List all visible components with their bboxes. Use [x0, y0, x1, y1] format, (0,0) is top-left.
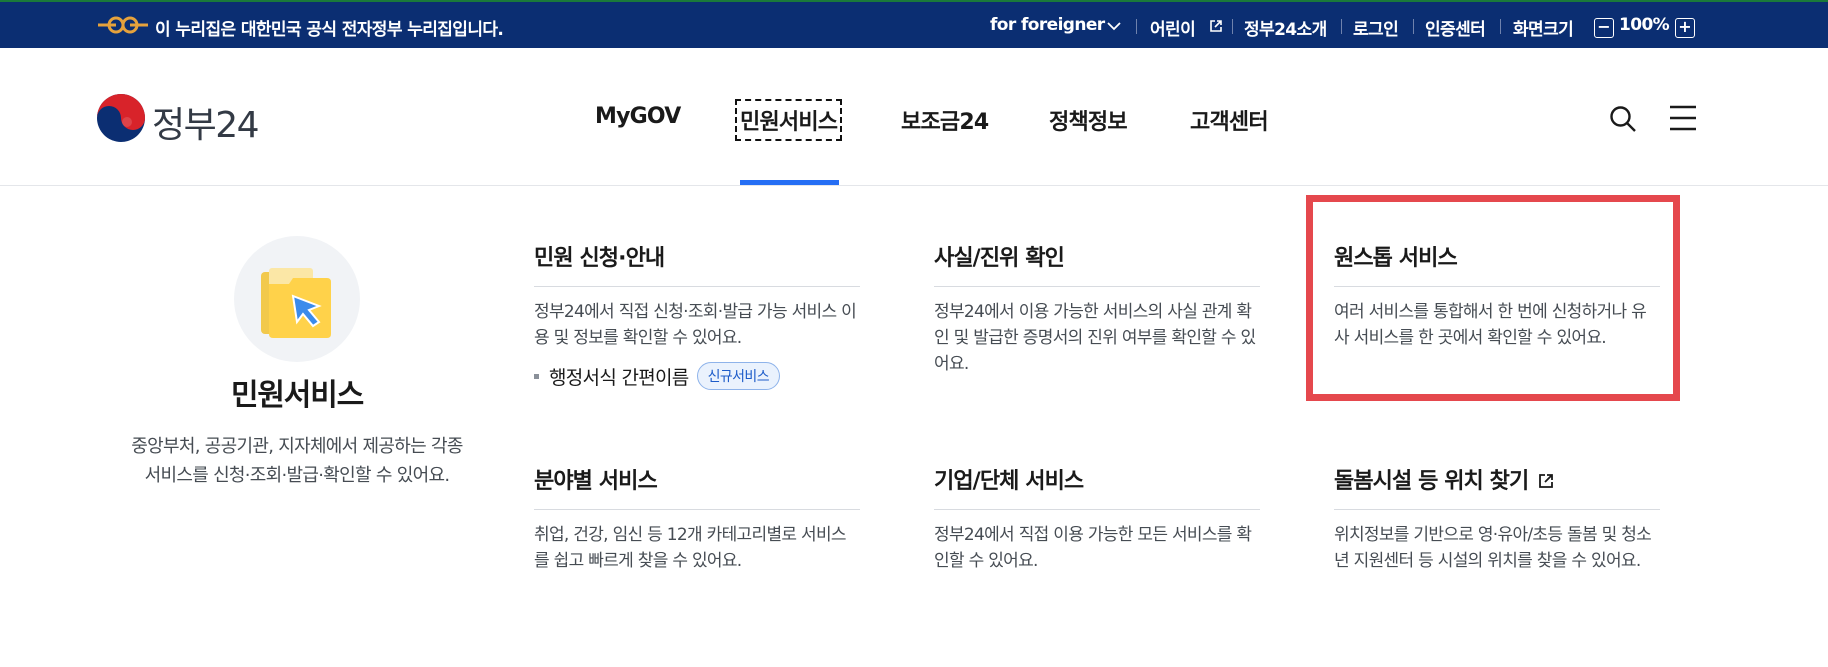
new-service-badge: 신규서비스 [696, 362, 780, 390]
zoom-in-button[interactable]: + [1675, 18, 1695, 38]
nav-mygov[interactable]: MyGOV [595, 104, 681, 129]
menu-card-title[interactable]: 민원 신청·안내 [534, 240, 860, 287]
intro-description: 중앙부처, 공공기관, 지자체에서 제공하는 각종 서비스를 신청·조회·발급·… [131, 436, 463, 486]
util-divider [1500, 19, 1501, 34]
util-divider [1232, 19, 1233, 34]
util-link-cert[interactable]: 인증센터 [1425, 15, 1486, 40]
nav-policy-info[interactable]: 정책정보 [1049, 104, 1128, 136]
util-link-about[interactable]: 정부24소개 [1244, 15, 1327, 40]
nav-civil-services[interactable]: 민원서비스 [734, 99, 843, 141]
menu-card-by-field: 분야별 서비스 취업, 건강, 임신 등 12개 카테고리별로 서비스를 쉽고 … [534, 463, 860, 574]
menu-card-facility-finder: 돌봄시설 등 위치 찾기 위치정보를 기반으로 영·유아/초등 돌봄 및 청소년… [1334, 463, 1660, 574]
zoom-out-button[interactable]: − [1594, 18, 1614, 38]
highlight-box [1306, 195, 1680, 401]
zoom-label: 화면크기 [1513, 20, 1574, 40]
menu-card-title[interactable]: 사실/진위 확인 [934, 240, 1260, 287]
sub-link-label[interactable]: 행정서식 간편이름 [549, 363, 689, 390]
menu-card-business: 기업/단체 서비스 정부24에서 직접 이용 가능한 모든 서비스를 확인할 수… [934, 463, 1260, 574]
intro-title: 민원서비스 [231, 378, 364, 413]
taegeuk-logo-icon[interactable] [96, 93, 146, 143]
menu-card-title[interactable]: 분야별 서비스 [534, 463, 860, 510]
menu-card-description: 정부24에서 직접 신청·조회·발급 가능 서비스 이용 및 정보를 확인할 수… [534, 302, 857, 348]
menu-card-description: 취업, 건강, 임신 등 12개 카테고리별로 서비스를 쉽고 빠르게 찾을 수… [534, 525, 847, 571]
zoom-value: 100% [1619, 15, 1670, 35]
menu-card-title[interactable]: 기업/단체 서비스 [934, 463, 1260, 510]
chevron-down-icon[interactable] [1106, 19, 1122, 33]
external-link-icon [1539, 474, 1554, 488]
util-divider [1341, 19, 1342, 34]
menu-card-description: 위치정보를 기반으로 영·유아/초등 돌봄 및 청소년 지원센터 등 시설의 위… [1334, 525, 1652, 571]
menu-icon[interactable] [1668, 104, 1698, 132]
util-link-login[interactable]: 로그인 [1353, 15, 1399, 40]
menu-card-fact-check: 사실/진위 확인 정부24에서 이용 가능한 서비스의 사실 관계 확인 및 발… [934, 240, 1260, 377]
gov-banner: 이 누리집은 대한민국 공식 전자정부 누리집입니다. for foreigne… [0, 0, 1828, 48]
menu-card-title-link[interactable]: 돌봄시설 등 위치 찾기 [1334, 463, 1660, 510]
menu-card-description: 정부24에서 이용 가능한 서비스의 사실 관계 확인 및 발급한 증명서의 진… [934, 302, 1256, 374]
folder-cursor-icon [261, 268, 331, 338]
util-link-kids[interactable]: 어린이 [1150, 15, 1196, 40]
sub-link-form-naming[interactable]: 행정서식 간편이름 신규서비스 [534, 362, 780, 390]
gov-banner-text: 이 누리집은 대한민국 공식 전자정부 누리집입니다. [155, 20, 504, 40]
util-link-foreigner[interactable]: for foreigner [990, 15, 1105, 35]
search-icon[interactable] [1608, 104, 1638, 134]
gov-emblem-icon [98, 16, 148, 34]
active-nav-indicator [740, 180, 839, 185]
nav-customer-center[interactable]: 고객센터 [1190, 104, 1269, 136]
bullet-marker [534, 373, 539, 379]
menu-card-title[interactable]: 돌봄시설 등 위치 찾기 [1334, 469, 1529, 494]
external-link-icon [1210, 20, 1222, 32]
util-divider [1136, 19, 1137, 34]
nav-subsidy24[interactable]: 보조금24 [901, 104, 989, 136]
site-logo-text[interactable]: 정부24 [152, 96, 260, 148]
util-divider [1413, 19, 1414, 34]
menu-card-description: 정부24에서 직접 이용 가능한 모든 서비스를 확인할 수 있어요. [934, 525, 1252, 571]
menu-card-civil-apply: 민원 신청·안내 정부24에서 직접 신청·조회·발급 가능 서비스 이용 및 … [534, 240, 860, 351]
